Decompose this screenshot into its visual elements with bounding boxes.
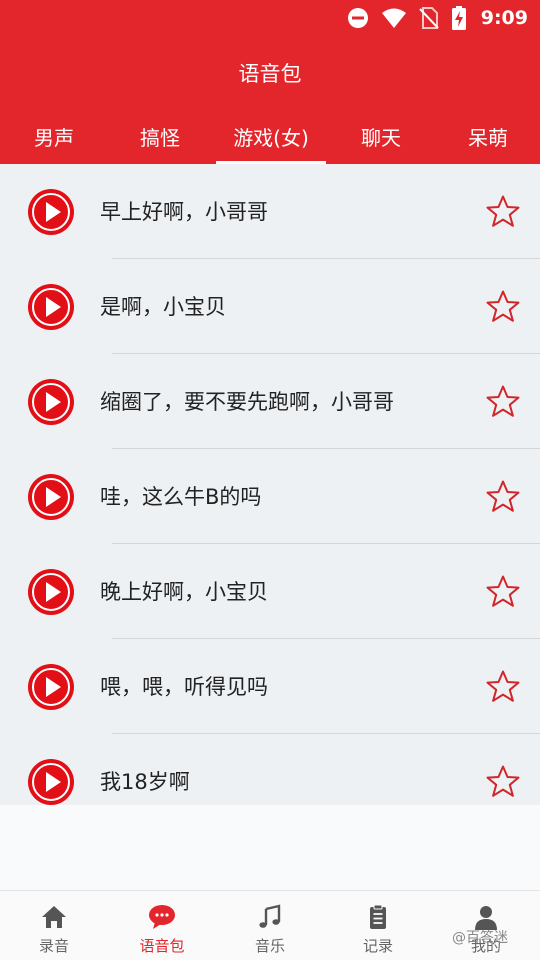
nav-profile[interactable]: 我的 @百答迷 — [432, 891, 540, 960]
wifi-icon — [381, 7, 407, 29]
star-icon[interactable] — [485, 384, 521, 420]
voice-title: 我18岁啊 — [100, 770, 190, 794]
list-item[interactable]: 缩圈了，要不要先跑啊，小哥哥 — [0, 354, 540, 449]
nav-record[interactable]: 录音 — [0, 891, 108, 960]
tab-label: 游戏(女) — [233, 126, 309, 150]
app-screen: 9:09 语音包 男声 搞怪 游戏(女) 聊天 呆萌 早上好啊，小哥哥 是啊，小… — [0, 0, 540, 960]
status-time: 9:09 — [480, 7, 528, 29]
tab-game-female[interactable]: 游戏(女) — [216, 120, 326, 164]
nav-label: 记录 — [362, 937, 393, 955]
tab-label: 男声 — [34, 126, 74, 150]
do-not-disturb-icon — [347, 7, 369, 29]
play-icon — [46, 202, 61, 222]
tab-cute[interactable]: 呆萌 — [434, 120, 540, 164]
nav-label: 录音 — [38, 937, 69, 955]
play-icon — [46, 772, 61, 792]
play-icon — [46, 297, 61, 317]
play-icon — [46, 582, 61, 602]
tab-label: 搞怪 — [140, 126, 180, 150]
star-icon[interactable] — [485, 289, 521, 325]
nav-history[interactable]: 记录 — [324, 891, 432, 960]
watermark: @百答迷 — [452, 930, 508, 946]
voice-title: 是啊，小宝贝 — [100, 295, 226, 319]
star-icon[interactable] — [485, 669, 521, 705]
play-icon — [46, 677, 61, 697]
voice-title: 缩圈了，要不要先跑啊，小哥哥 — [100, 390, 394, 414]
play-button[interactable] — [28, 569, 74, 615]
list-item[interactable]: 我18岁啊 — [0, 734, 540, 805]
bottom-navigation: 录音 语音包 音乐 记录 我的 @百答迷 — [0, 890, 540, 960]
tab-chat[interactable]: 聊天 — [327, 120, 435, 164]
play-icon — [46, 392, 61, 412]
list-item[interactable]: 早上好啊，小哥哥 — [0, 164, 540, 259]
page-title: 语音包 — [238, 62, 302, 86]
tab-label: 呆萌 — [468, 126, 508, 150]
play-button[interactable] — [28, 664, 74, 710]
play-button[interactable] — [28, 189, 74, 235]
play-icon — [46, 487, 61, 507]
category-tabs: 男声 搞怪 游戏(女) 聊天 呆萌 — [0, 120, 540, 164]
clipboard-icon — [370, 904, 386, 929]
star-icon[interactable] — [485, 764, 521, 800]
list-item[interactable]: 是啊，小宝贝 — [0, 259, 540, 354]
star-icon[interactable] — [485, 194, 521, 230]
nav-music[interactable]: 音乐 — [216, 891, 324, 960]
play-button[interactable] — [28, 474, 74, 520]
tab-male-voice[interactable]: 男声 — [0, 120, 108, 164]
home-icon — [42, 906, 66, 928]
nav-voice-pack[interactable]: 语音包 — [108, 891, 216, 960]
play-button[interactable] — [28, 284, 74, 330]
list-item[interactable]: 哇，这么牛B的吗 — [0, 449, 540, 544]
star-icon[interactable] — [485, 479, 521, 515]
no-sim-icon — [419, 6, 439, 30]
status-bar: 9:09 — [0, 0, 540, 36]
voice-title: 早上好啊，小哥哥 — [100, 200, 268, 224]
voice-title: 喂，喂，听得见吗 — [100, 675, 268, 699]
play-button[interactable] — [28, 759, 74, 805]
app-header: 语音包 男声 搞怪 游戏(女) 聊天 呆萌 — [0, 36, 540, 164]
voice-list[interactable]: 早上好啊，小哥哥 是啊，小宝贝 缩圈了，要不要先跑啊，小哥哥 哇，这么牛B的吗 … — [0, 164, 540, 805]
music-note-icon — [259, 904, 281, 928]
tab-label: 聊天 — [361, 126, 401, 150]
play-button[interactable] — [28, 379, 74, 425]
voice-title: 哇，这么牛B的吗 — [100, 485, 262, 509]
voice-title: 晚上好啊，小宝贝 — [100, 580, 268, 604]
nav-label: 音乐 — [254, 937, 285, 955]
tab-funny[interactable]: 搞怪 — [106, 120, 214, 164]
chat-bubble-icon — [149, 905, 175, 929]
star-icon[interactable] — [485, 574, 521, 610]
list-item[interactable]: 喂，喂，听得见吗 — [0, 639, 540, 734]
nav-label: 语音包 — [139, 937, 185, 955]
status-icons: 9:09 — [347, 5, 528, 31]
battery-charging-icon — [451, 6, 467, 30]
list-item[interactable]: 晚上好啊，小宝贝 — [0, 544, 540, 639]
